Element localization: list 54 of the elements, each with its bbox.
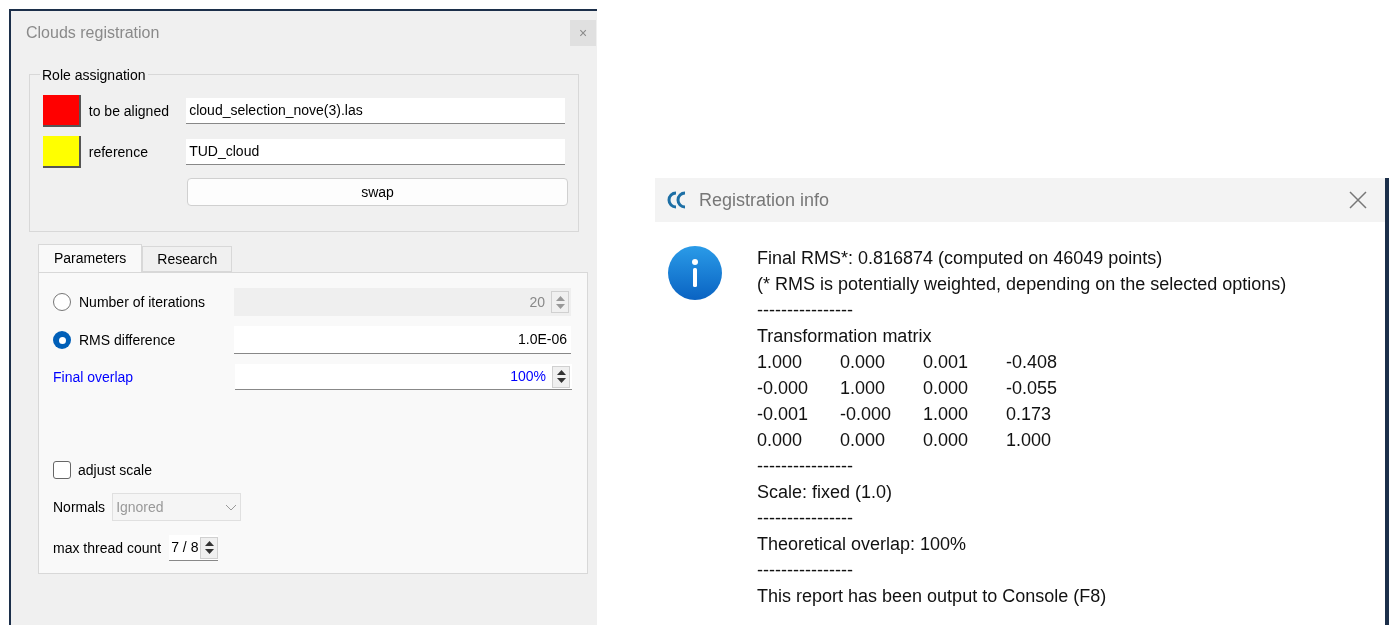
overlap-label: Final overlap bbox=[53, 367, 135, 387]
color-swatch[interactable] bbox=[43, 136, 81, 168]
radio-button[interactable] bbox=[53, 293, 71, 311]
matrix-value: -0.055 bbox=[1006, 377, 1059, 400]
normals-label: Normals bbox=[53, 497, 106, 517]
message-line: Final RMS*: 0.816874 (computed on 46049 points) bbox=[757, 247, 1164, 270]
message-line: Scale: fixed (1.0) bbox=[757, 481, 894, 504]
matrix-value: -0.001 bbox=[757, 403, 810, 426]
message-line: This report has been output to Console (F8) bbox=[757, 585, 1108, 608]
radio-label: Number of iterations bbox=[78, 292, 207, 312]
chevron-down-icon bbox=[225, 503, 238, 511]
spin-arrows-icon[interactable] bbox=[552, 365, 570, 388]
checkbox[interactable] bbox=[53, 461, 71, 479]
tab[interactable]: Research bbox=[142, 246, 233, 272]
matrix-value: 0.000 bbox=[840, 351, 887, 374]
swap-button[interactable]: swap bbox=[187, 178, 568, 206]
matrix-value: 0.001 bbox=[923, 351, 970, 374]
close-icon[interactable] bbox=[1349, 191, 1367, 209]
matrix-value: -0.000 bbox=[840, 403, 893, 426]
color-swatch[interactable] bbox=[43, 95, 81, 127]
matrix-value: 0.000 bbox=[923, 429, 970, 452]
message-line: Transformation matrix bbox=[757, 325, 933, 348]
tab[interactable]: Parameters bbox=[38, 244, 143, 272]
matrix-value: 1.000 bbox=[923, 403, 970, 426]
message-line: ---------------- bbox=[757, 299, 854, 322]
spin-box[interactable]: 7 / 8 bbox=[169, 535, 219, 561]
matrix-value: 0.173 bbox=[1006, 403, 1053, 426]
checkbox-label: adjust scale bbox=[77, 460, 152, 480]
radio-button[interactable] bbox=[53, 331, 71, 349]
matrix-value: 0.000 bbox=[923, 377, 970, 400]
window-title: Clouds registration bbox=[26, 22, 160, 43]
matrix-value: 1.000 bbox=[757, 351, 804, 374]
message-line: (* RMS is potentially weighted, depending on the selected options) bbox=[757, 273, 1287, 296]
cloud-name-field[interactable]: cloud_selection_nove(3).las bbox=[186, 98, 565, 124]
radio-label: RMS difference bbox=[78, 330, 177, 350]
spin-arrows-icon[interactable] bbox=[200, 536, 219, 559]
thread-count-label: max thread count bbox=[53, 538, 162, 558]
info-icon bbox=[667, 245, 723, 301]
matrix-value: 0.000 bbox=[757, 429, 804, 452]
matrix-value: 1.000 bbox=[1006, 429, 1053, 452]
dialog-title: Registration info bbox=[699, 188, 830, 212]
role-label: reference bbox=[87, 142, 149, 162]
matrix-value: -0.000 bbox=[757, 377, 810, 400]
matrix-value: 0.000 bbox=[840, 429, 887, 452]
message-line: Theoretical overlap: 100% bbox=[757, 533, 968, 556]
cloud-name-field[interactable]: TUD_cloud bbox=[186, 139, 565, 165]
message-line: ---------------- bbox=[757, 455, 854, 478]
role-label: to be aligned bbox=[87, 101, 170, 121]
matrix-value: -0.408 bbox=[1006, 351, 1059, 374]
message-line: ---------------- bbox=[757, 507, 854, 530]
matrix-value: 1.000 bbox=[840, 377, 887, 400]
message-line: ---------------- bbox=[757, 559, 854, 582]
spin-box[interactable]: 100% bbox=[235, 364, 572, 390]
input-field[interactable]: 1.0E-06 bbox=[234, 326, 571, 354]
